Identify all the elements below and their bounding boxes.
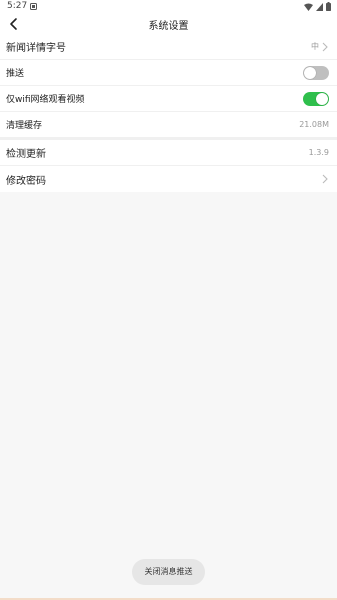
setting-cache-size: 21.08M [299, 120, 329, 129]
setting-clear-cache-label: 清理缓存 [6, 121, 43, 131]
chevron-right-icon [322, 174, 328, 184]
status-time: 5:27 [7, 1, 28, 11]
setting-wifi-video: 仅wifi网络观看视频 [0, 86, 337, 112]
setting-clear-cache[interactable]: 清理缓存 21.08M [0, 112, 337, 138]
toggle-knob [304, 66, 316, 79]
header-bar: 系统设置 [0, 14, 337, 34]
push-toggle[interactable] [303, 65, 329, 80]
toast-message: 关闭消息推送 [132, 559, 205, 585]
settings-group-account: 检测更新 1.3.9 修改密码 [0, 140, 337, 192]
setting-check-update-label: 检测更新 [6, 149, 46, 160]
setting-push: 推送 [0, 60, 337, 86]
setting-font-size[interactable]: 新闻详情字号 中 [0, 34, 337, 60]
page-title: 系统设置 [148, 21, 189, 32]
wifi-icon [304, 3, 313, 11]
battery-icon [326, 2, 331, 11]
setting-check-update[interactable]: 检测更新 1.3.9 [0, 140, 337, 166]
signal-icon [316, 2, 323, 11]
setting-change-password[interactable]: 修改密码 [0, 166, 337, 192]
setting-version: 1.3.9 [308, 148, 329, 157]
chevron-right-icon [322, 42, 328, 51]
wifi-video-toggle[interactable] [303, 91, 329, 106]
setting-change-password-label: 修改密码 [6, 175, 46, 187]
setting-font-size-label: 新闻详情字号 [6, 43, 66, 54]
status-bar: 5:27 [0, 0, 337, 14]
settings-group-general: 新闻详情字号 中 推送 仅wifi网络观看视频 清理缓存 21.08M [0, 34, 337, 138]
system-icons [304, 2, 331, 11]
toggle-knob [316, 92, 328, 105]
setting-font-size-value: 中 [311, 42, 319, 51]
setting-push-label: 推送 [6, 69, 25, 79]
setting-wifi-video-label: 仅wifi网络观看视频 [6, 95, 85, 105]
notification-icon [30, 3, 37, 10]
